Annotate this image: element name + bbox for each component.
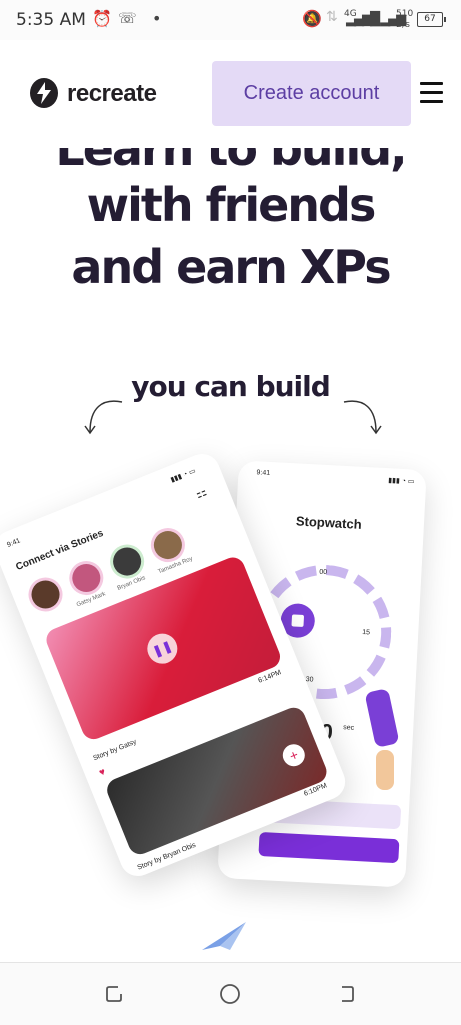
- dial-label-top: 00: [319, 568, 328, 577]
- post1-caption: Story by Gatsy: [92, 738, 138, 763]
- heart-icon: ♥: [97, 766, 108, 779]
- data-arrows-icon: ⇅: [326, 9, 338, 25]
- pause-icon: ❚❚: [142, 629, 182, 669]
- phone1-signal-icon: ▮▮▮ ◔ ▭: [169, 467, 197, 484]
- battery-level: 67: [424, 14, 436, 24]
- dial-label-right: 15: [362, 629, 371, 637]
- timer-unit: sec: [343, 724, 355, 732]
- brand-name[interactable]: recreate: [67, 80, 157, 108]
- battery-icon: 67: [417, 12, 446, 27]
- subheading: you can build: [131, 370, 331, 403]
- phone1-time: 9:41: [6, 537, 22, 549]
- missed-call-icon: ☏: [118, 9, 137, 27]
- alarm-icon: ⏰: [92, 9, 112, 28]
- speed-value: 510: [396, 9, 414, 19]
- create-account-button[interactable]: Create account: [212, 61, 411, 126]
- curved-arrow-left-icon: [84, 400, 123, 435]
- home-icon[interactable]: [219, 983, 241, 1005]
- recent-apps-icon[interactable]: [104, 984, 124, 1004]
- stopwatch-title: Stopwatch: [295, 513, 363, 532]
- figure-body-decoration: [376, 750, 394, 790]
- headline-line-2: and earn XPs: [71, 240, 391, 294]
- speed-unit: B/s: [396, 20, 410, 30]
- dot-icon: •: [152, 9, 162, 28]
- headline-line-1: with friends: [86, 178, 377, 232]
- purple-action-bar: [258, 831, 400, 864]
- grid-icon: ⚏: [193, 484, 209, 502]
- phone2-time: 9:41: [256, 469, 271, 478]
- add-icon: +: [279, 740, 309, 770]
- back-icon[interactable]: [336, 984, 356, 1004]
- hamburger-menu-icon[interactable]: [420, 82, 443, 104]
- logo-icon[interactable]: [30, 78, 58, 108]
- paper-plane-icon: [202, 922, 246, 950]
- phone2-signal-icon: ▮▮▮ ◔ ▭: [388, 477, 415, 486]
- status-bar: 5:35 AM ⏰ ☏ • 🔕 ⇅ 4G ▂▄▆█ ▂▄▆ 510 B/s 67: [0, 0, 461, 40]
- story-avatar-1: [23, 572, 68, 617]
- curved-arrow-right-icon: [343, 400, 382, 435]
- system-nav-bar: [0, 962, 461, 1025]
- status-time: 5:35 AM: [16, 10, 86, 30]
- mute-icon: 🔕: [302, 9, 322, 28]
